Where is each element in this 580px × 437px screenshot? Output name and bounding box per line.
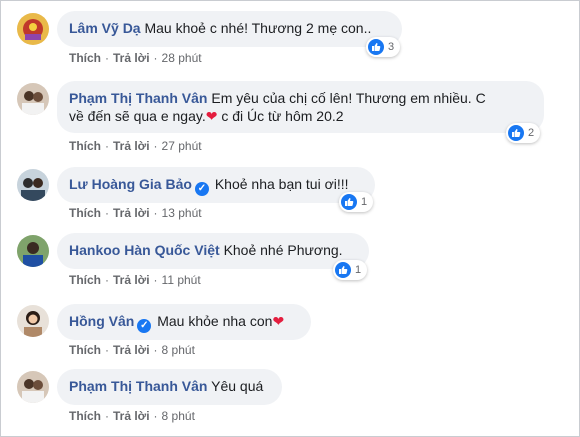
comment-time[interactable]: 8 phút [162,343,195,357]
comment-bubble: Phạm Thị Thanh Vân Em yêu của chị cố lên… [57,81,544,133]
comment-text: Mau khoẻ c nhé! Thương 2 mẹ con.. [144,20,372,36]
comment-text: Mau khỏe nha con [157,313,273,329]
comment-time[interactable]: 8 phút [162,409,195,423]
separator: · [105,273,109,287]
red-heart-icon: ❤ [272,313,285,329]
separator: · [153,139,158,153]
separator: · [153,206,158,220]
comment-text: về đến sẽ qua e ngay. [69,108,206,124]
comment-text: Em yêu của chị cố lên! Thương em nhiều. … [211,90,486,106]
avatar[interactable] [17,13,49,45]
comment-actions: Thích · Trả lời · 13 phút [69,205,202,221]
commenter-name[interactable]: Phạm Thị Thanh Vân [69,90,207,106]
separator: · [153,273,158,287]
like-count-badge[interactable]: 2 [506,123,541,143]
comment-actions: Thích · Trả lời · 28 phút [69,50,202,66]
comment-bubble: Lâm Vỹ Dạ Mau khoẻ c nhé! Thương 2 mẹ co… [57,11,402,47]
commenter-name[interactable]: Lư Hoàng Gia Bảo [69,176,192,192]
reply-link[interactable]: Trả lời [113,343,150,357]
like-thumb-icon [508,125,524,141]
comment-actions: Thích · Trả lời · 27 phút [69,138,202,154]
comment-actions: Thích · Trả lời · 8 phút [69,342,195,358]
comment-text: Khoẻ nhé Phương. [223,242,343,258]
commenter-name[interactable]: Phạm Thị Thanh Vân [69,378,207,394]
comment-time[interactable]: 28 phút [162,51,202,65]
like-count: 2 [528,127,535,139]
like-count-badge[interactable]: 1 [333,260,368,280]
like-thumb-icon [335,262,351,278]
like-count: 1 [361,196,368,208]
separator: · [105,343,109,357]
separator: · [153,409,158,423]
like-thumb-icon [368,39,384,55]
comment-text: c đi Úc từ hôm 20.2 [217,108,344,124]
like-link[interactable]: Thích [69,51,101,65]
reply-link[interactable]: Trả lời [113,273,150,287]
separator: · [105,206,109,220]
comment-bubble: Phạm Thị Thanh Vân Yêu quá [57,369,282,405]
reply-link[interactable]: Trả lời [113,409,150,423]
like-link[interactable]: Thích [69,139,101,153]
avatar[interactable] [17,371,49,403]
like-count-badge[interactable]: 3 [366,37,401,57]
reply-link[interactable]: Trả lời [113,206,150,220]
avatar[interactable] [17,83,49,115]
commenter-name[interactable]: Hankoo Hàn Quốc Việt [69,242,220,258]
commenter-name[interactable]: Hồng Vân [69,313,134,329]
like-link[interactable]: Thích [69,206,101,220]
like-count: 3 [388,41,395,53]
verified-check-icon: ✓ [137,319,152,333]
reply-link[interactable]: Trả lời [113,139,150,153]
like-thumb-icon [341,194,357,210]
comment-text: Yêu quá [211,378,264,394]
verified-check-icon: ✓ [194,182,209,196]
separator: · [105,139,109,153]
comment-bubble: Hankoo Hàn Quốc Việt Khoẻ nhé Phương. [57,233,369,269]
commenter-name[interactable]: Lâm Vỹ Dạ [69,20,141,36]
comment-time[interactable]: 27 phút [162,139,202,153]
separator: · [153,343,158,357]
avatar[interactable] [17,235,49,267]
like-link[interactable]: Thích [69,409,101,423]
red-heart-icon: ❤ [205,108,218,124]
like-count-badge[interactable]: 1 [339,192,374,212]
comment-bubble: Hồng Vân ✓ Mau khỏe nha con❤ [57,304,311,340]
comment-time[interactable]: 13 phút [162,206,202,220]
separator: · [105,409,109,423]
separator: · [105,51,109,65]
comment-text: Khoẻ nha bạn tui ơi!!! [214,176,349,192]
comment-time[interactable]: 11 phút [162,273,201,287]
reply-link[interactable]: Trả lời [113,51,150,65]
comment-actions: Thích · Trả lời · 8 phút [69,408,195,424]
avatar[interactable] [17,305,49,337]
comment-bubble: Lư Hoàng Gia Bảo ✓ Khoẻ nha bạn tui ơi!!! [57,167,375,203]
like-link[interactable]: Thích [69,273,101,287]
avatar[interactable] [17,169,49,201]
like-count: 1 [355,264,362,276]
like-link[interactable]: Thích [69,343,101,357]
separator: · [153,51,158,65]
comment-actions: Thích · Trả lời · 11 phút [69,272,201,288]
comments-panel: Lâm Vỹ Dạ Mau khoẻ c nhé! Thương 2 mẹ co… [0,0,580,437]
